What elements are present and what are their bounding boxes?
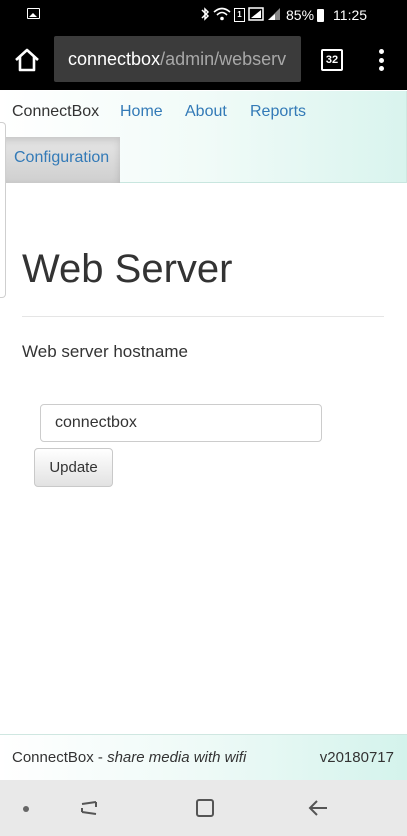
back-icon[interactable] [307,796,331,820]
hostname-label: Web server hostname [22,342,188,361]
home-icon[interactable] [12,45,42,75]
url-bar[interactable]: connectbox/admin/webserv [54,36,301,82]
gallery-icon [27,8,40,19]
bluetooth-icon [200,6,210,24]
status-bar: 1 85% 11:25 [0,0,407,30]
title-divider [22,316,384,317]
page-title: Web Server [22,247,233,291]
footer-separator: - [93,749,108,766]
footer-brand: ConnectBox [12,749,94,766]
url-path: /admin/webserv [160,49,287,69]
site-navbar: ConnectBox Home About Reports Configurat… [0,91,407,183]
url-host: connectbox [68,49,161,69]
android-nav-bar [0,780,407,836]
update-button[interactable]: Update [34,448,113,487]
system-icons: 1 85% 11:25 [200,5,367,25]
recents-icon[interactable] [78,796,102,820]
more-icon[interactable] [374,46,388,74]
nav-item-configuration[interactable]: Configuration [0,137,120,183]
hostname-input[interactable] [40,404,322,442]
nav-link-reports[interactable]: Reports [250,103,306,121]
footer-tagline: share media with wifi [107,749,247,766]
battery-percent: 85% [286,7,315,23]
signal-icon [267,7,281,24]
footer-text: ConnectBox - share media with wifi [12,749,246,766]
browser-toolbar: connectbox/admin/webserv 32 [0,30,407,90]
nav-link-configuration[interactable]: Configuration [14,149,109,167]
navbar-brand[interactable]: ConnectBox [12,103,99,121]
no-signal-icon [248,6,264,24]
clock: 11:25 [333,7,368,23]
site-footer: ConnectBox - share media with wifi v2018… [0,734,407,780]
battery-icon [317,8,325,22]
footer-version: v20180717 [319,749,394,766]
wifi-icon [213,7,231,24]
nav-link-home[interactable]: Home [120,103,163,121]
side-panel-edge [0,122,6,298]
overview-icon[interactable] [193,796,217,820]
tabs-icon[interactable]: 32 [321,49,343,71]
nav-link-about[interactable]: About [185,103,227,121]
nav-dot-indicator [23,806,29,812]
sim-slot-icon: 1 [234,8,245,22]
